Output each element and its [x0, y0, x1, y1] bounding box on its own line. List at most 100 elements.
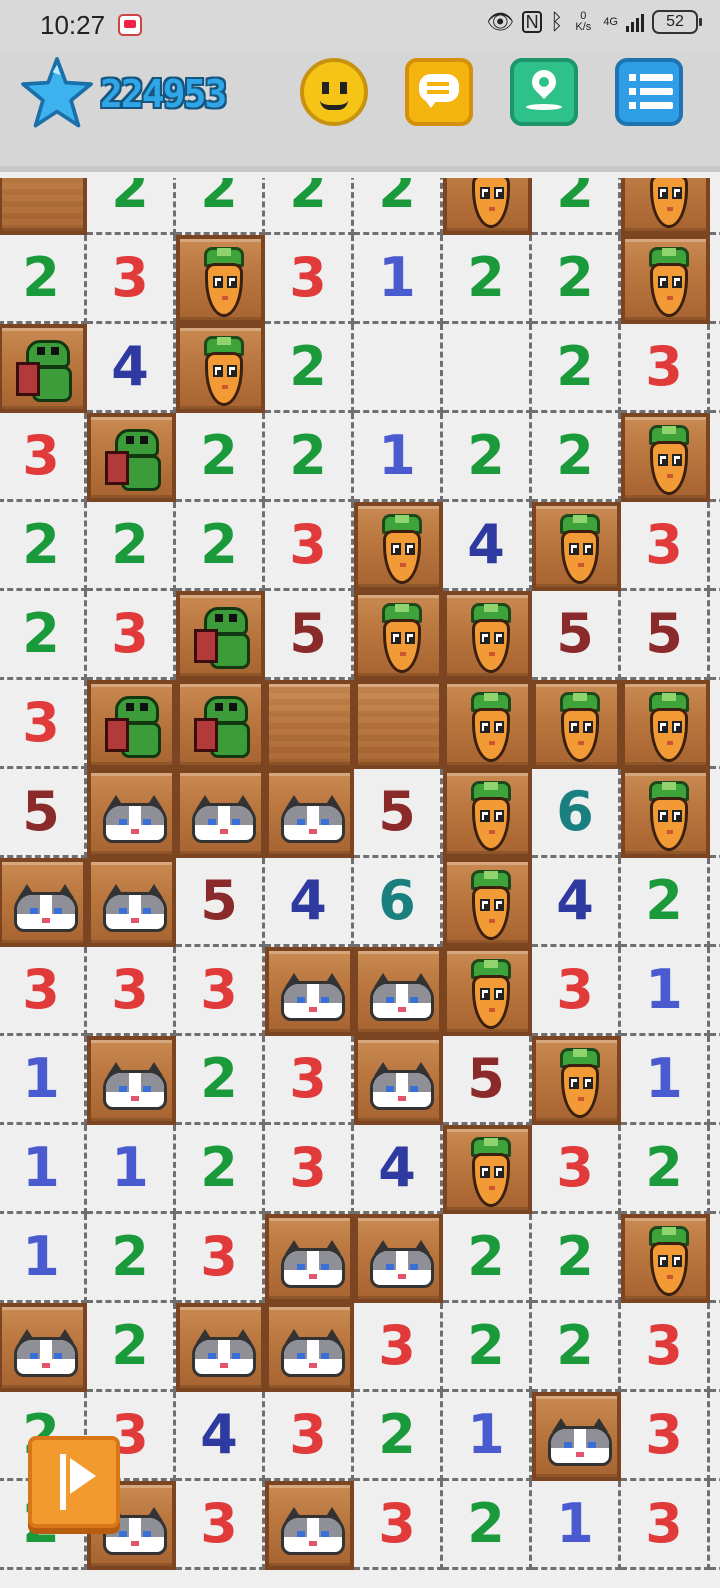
number-cell[interactable]: 3 — [621, 324, 710, 413]
number-cell[interactable]: 6 — [354, 858, 443, 947]
cat-tile[interactable] — [265, 1303, 354, 1392]
number-cell[interactable]: 5 — [176, 858, 265, 947]
number-cell[interactable]: 3 — [710, 178, 720, 235]
number-cell[interactable]: 2 — [0, 235, 87, 324]
number-cell[interactable]: 4 — [532, 858, 621, 947]
number-cell[interactable]: 3 — [621, 1481, 710, 1570]
cat-tile[interactable] — [265, 947, 354, 1036]
number-cell[interactable]: 2 — [176, 178, 265, 235]
carrot-tile[interactable] — [176, 235, 265, 324]
number-cell[interactable]: 6 — [532, 769, 621, 858]
carrot-tile[interactable] — [443, 680, 532, 769]
covered-tile[interactable] — [354, 680, 443, 769]
number-cell[interactable]: 2 — [532, 178, 621, 235]
number-cell[interactable]: 5 — [621, 591, 710, 680]
number-cell[interactable]: 2 — [532, 324, 621, 413]
number-cell[interactable]: 2 — [0, 591, 87, 680]
number-cell[interactable]: 3 — [265, 235, 354, 324]
chat-button[interactable] — [405, 58, 473, 126]
frog-tile[interactable] — [176, 680, 265, 769]
frog-tile[interactable] — [87, 680, 176, 769]
carrot-tile[interactable] — [176, 324, 265, 413]
number-cell[interactable]: 5 — [532, 591, 621, 680]
number-cell[interactable]: 2 — [176, 502, 265, 591]
number-cell[interactable]: 2 — [621, 858, 710, 947]
number-cell[interactable]: 2 — [265, 324, 354, 413]
number-cell[interactable]: 2 — [532, 1214, 621, 1303]
cat-tile[interactable] — [87, 1036, 176, 1125]
number-cell[interactable]: 2 — [710, 858, 720, 947]
number-cell[interactable]: 1 — [0, 1214, 87, 1303]
cat-tile[interactable] — [532, 1392, 621, 1481]
cat-tile[interactable] — [265, 769, 354, 858]
number-cell[interactable]: 1 — [621, 947, 710, 1036]
number-cell[interactable]: 3 — [532, 1125, 621, 1214]
carrot-tile[interactable] — [354, 502, 443, 591]
number-cell[interactable]: 2 — [265, 178, 354, 235]
covered-tile[interactable] — [265, 680, 354, 769]
number-cell[interactable]: 3 — [265, 1125, 354, 1214]
map-button[interactable] — [510, 58, 578, 126]
number-cell[interactable]: 3 — [621, 1303, 710, 1392]
carrot-tile[interactable] — [532, 1036, 621, 1125]
carrot-tile[interactable] — [443, 591, 532, 680]
number-cell[interactable]: 1 — [443, 1392, 532, 1481]
number-cell[interactable]: 4 — [354, 1125, 443, 1214]
number-cell[interactable]: 2 — [176, 1036, 265, 1125]
number-cell[interactable]: 3 — [87, 235, 176, 324]
number-cell[interactable]: 1 — [354, 235, 443, 324]
number-cell[interactable]: 2 — [710, 413, 720, 502]
number-cell[interactable]: 3 — [354, 1303, 443, 1392]
number-cell[interactable]: 2 — [354, 1392, 443, 1481]
carrot-tile[interactable] — [621, 1214, 710, 1303]
number-cell[interactable]: 3 — [0, 947, 87, 1036]
number-cell[interactable]: 3 — [710, 502, 720, 591]
frog-tile[interactable] — [0, 324, 87, 413]
number-cell[interactable]: 3 — [176, 947, 265, 1036]
number-cell[interactable]: 3 — [710, 1481, 720, 1570]
cat-tile[interactable] — [0, 858, 87, 947]
number-cell[interactable]: 2 — [87, 502, 176, 591]
number-cell[interactable]: 2 — [176, 413, 265, 502]
number-cell[interactable]: 2 — [87, 178, 176, 235]
number-cell[interactable]: 2 — [87, 1214, 176, 1303]
menu-button[interactable] — [615, 58, 683, 126]
carrot-tile[interactable] — [443, 947, 532, 1036]
carrot-tile[interactable] — [443, 769, 532, 858]
number-cell[interactable]: 1 — [710, 947, 720, 1036]
smiley-button[interactable] — [300, 58, 368, 126]
carrot-tile[interactable] — [621, 178, 710, 235]
number-cell[interactable]: 1 — [87, 1125, 176, 1214]
cat-tile[interactable] — [176, 769, 265, 858]
cat-tile[interactable] — [87, 769, 176, 858]
number-cell[interactable]: 2 — [532, 235, 621, 324]
carrot-tile[interactable] — [532, 502, 621, 591]
number-cell[interactable]: 4 — [443, 502, 532, 591]
number-cell[interactable]: 3 — [265, 1036, 354, 1125]
number-cell[interactable]: 3 — [710, 1303, 720, 1392]
number-cell[interactable]: 3 — [710, 769, 720, 858]
cat-tile[interactable] — [354, 947, 443, 1036]
cat-tile[interactable] — [0, 1303, 87, 1392]
cat-tile[interactable] — [265, 1214, 354, 1303]
number-cell[interactable]: 2 — [443, 235, 532, 324]
cat-tile[interactable] — [354, 1036, 443, 1125]
carrot-tile[interactable] — [621, 413, 710, 502]
number-cell[interactable]: 3 — [87, 947, 176, 1036]
carrot-tile[interactable] — [532, 680, 621, 769]
empty-cell[interactable] — [443, 324, 532, 413]
empty-cell[interactable] — [354, 324, 443, 413]
number-cell[interactable]: 2 — [710, 1125, 720, 1214]
number-cell[interactable]: 1 — [532, 1481, 621, 1570]
number-cell[interactable]: 3 — [0, 413, 87, 502]
number-cell[interactable]: 3 — [532, 947, 621, 1036]
number-cell[interactable]: 4 — [265, 858, 354, 947]
carrot-tile[interactable] — [443, 1125, 532, 1214]
number-cell[interactable]: 2 — [265, 413, 354, 502]
number-cell[interactable]: 3 — [710, 680, 720, 769]
number-cell[interactable]: 3 — [265, 502, 354, 591]
number-cell[interactable]: 2 — [443, 1481, 532, 1570]
number-cell[interactable]: 3 — [710, 324, 720, 413]
cat-tile[interactable] — [265, 1481, 354, 1570]
number-cell[interactable]: 5 — [265, 591, 354, 680]
